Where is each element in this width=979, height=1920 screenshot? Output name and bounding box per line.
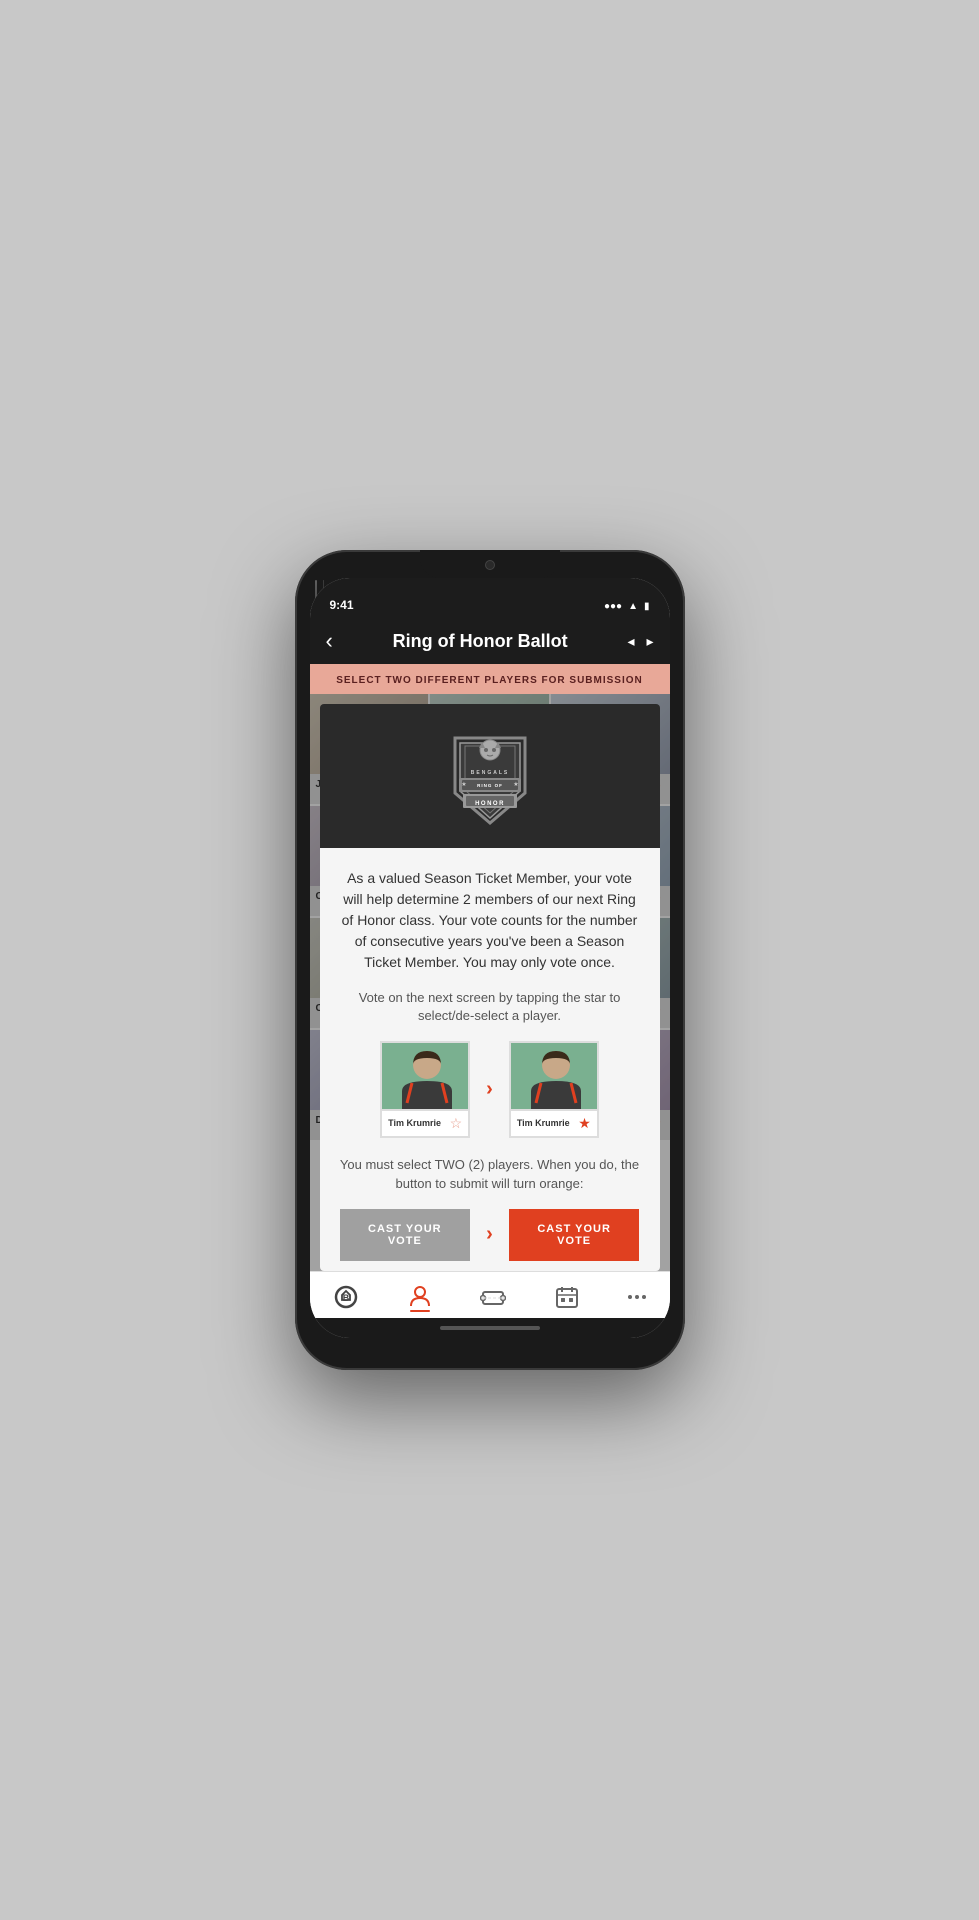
player-unselected-star-icon[interactable]: ☆ [450, 1115, 463, 1132]
tab-more[interactable] [628, 1295, 646, 1299]
roh-logo: BENGALS RING OF HONOR ★ [445, 728, 535, 828]
phone-screen: 9:41 ●●● ▲ ▮ ‹ Ring of Honor Ballot ◂ ▸ … [310, 578, 670, 1338]
phone-device: 9:41 ●●● ▲ ▮ ‹ Ring of Honor Ballot ◂ ▸ … [295, 550, 685, 1370]
svg-text:★: ★ [461, 781, 466, 788]
tab-schedule[interactable] [554, 1284, 580, 1310]
tickets-tab-icon [480, 1284, 506, 1310]
player-selected-photo [509, 1041, 599, 1111]
nav-arrows: ◂ ▸ [627, 633, 653, 650]
tab-profile[interactable] [407, 1282, 433, 1312]
modal-header: BENGALS RING OF HONOR ★ [320, 704, 660, 848]
svg-text:HONOR: HONOR [475, 801, 505, 807]
status-time: 9:41 [330, 598, 354, 612]
back-button[interactable]: ‹ [326, 628, 333, 654]
next-arrow-icon[interactable]: ▸ [646, 633, 653, 650]
page-title: Ring of Honor Ballot [393, 631, 568, 652]
profile-tab-icon [407, 1282, 433, 1308]
player-unselected-photo [380, 1041, 470, 1111]
home-indicator [310, 1318, 670, 1338]
cast-vote-active-button: CAST YOUR VOTE [509, 1209, 640, 1261]
modal-instruction: Vote on the next screen by tapping the s… [340, 989, 640, 1025]
cast-vote-inactive-button: CAST YOUR VOTE [340, 1209, 471, 1261]
tab-tickets[interactable] [480, 1284, 506, 1310]
nav-header: ‹ Ring of Honor Ballot ◂ ▸ [310, 618, 670, 664]
tab-bar: B [310, 1271, 670, 1318]
modal-card: BENGALS RING OF HONOR ★ [320, 704, 660, 1271]
subtitle-text: SELECT TWO DIFFERENT PLAYERS FOR SUBMISS… [336, 675, 643, 686]
camera [485, 560, 495, 570]
player-card-unselected: Tim Krumrie ☆ [380, 1041, 470, 1138]
battery-icon: ▮ [644, 601, 650, 612]
button-transition-arrow-icon: › [486, 1223, 493, 1246]
selection-arrow-icon: › [486, 1078, 493, 1101]
modal-description: As a valued Season Ticket Member, your v… [340, 868, 640, 973]
phone-notch [420, 550, 560, 578]
content-area: Jim B ☆ ☆ ☆ [310, 694, 670, 1271]
vote-button-example: CAST YOUR VOTE › CAST YOUR VOTE [340, 1209, 640, 1261]
tab-active-indicator [410, 1310, 430, 1312]
more-dots-icon [628, 1295, 646, 1299]
player-selected-star-icon[interactable]: ★ [578, 1115, 591, 1132]
signal-icon: ●●● [604, 601, 622, 612]
player-unselected-name: Tim Krumrie [388, 1118, 441, 1129]
svg-text:★: ★ [513, 781, 518, 788]
status-icons: ●●● ▲ ▮ [604, 601, 650, 612]
prev-arrow-icon[interactable]: ◂ [627, 633, 634, 650]
player-unselected-info: Tim Krumrie ☆ [380, 1111, 470, 1138]
modal-body: As a valued Season Ticket Member, your v… [320, 848, 660, 1271]
status-bar: 9:41 ●●● ▲ ▮ [310, 578, 670, 618]
svg-text:RING OF: RING OF [477, 783, 503, 788]
svg-text:B: B [343, 1293, 350, 1303]
home-bar [440, 1326, 540, 1330]
modal-overlay: BENGALS RING OF HONOR ★ [310, 694, 670, 1271]
player-selected-name: Tim Krumrie [517, 1118, 570, 1129]
home-tab-icon: B [333, 1284, 359, 1310]
player-selected-info: Tim Krumrie ★ [509, 1111, 599, 1138]
tab-home[interactable]: B [333, 1284, 359, 1310]
wifi-icon: ▲ [628, 601, 638, 612]
vote-instruction: You must select TWO (2) players. When yo… [340, 1156, 640, 1192]
roh-logo-svg: BENGALS RING OF HONOR ★ [445, 728, 535, 828]
svg-text:BENGALS: BENGALS [470, 770, 508, 776]
player-card-selected: Tim Krumrie ★ [509, 1041, 599, 1138]
schedule-tab-icon [554, 1284, 580, 1310]
subtitle-banner: SELECT TWO DIFFERENT PLAYERS FOR SUBMISS… [310, 664, 670, 694]
player-examples: Tim Krumrie ☆ › [340, 1041, 640, 1138]
